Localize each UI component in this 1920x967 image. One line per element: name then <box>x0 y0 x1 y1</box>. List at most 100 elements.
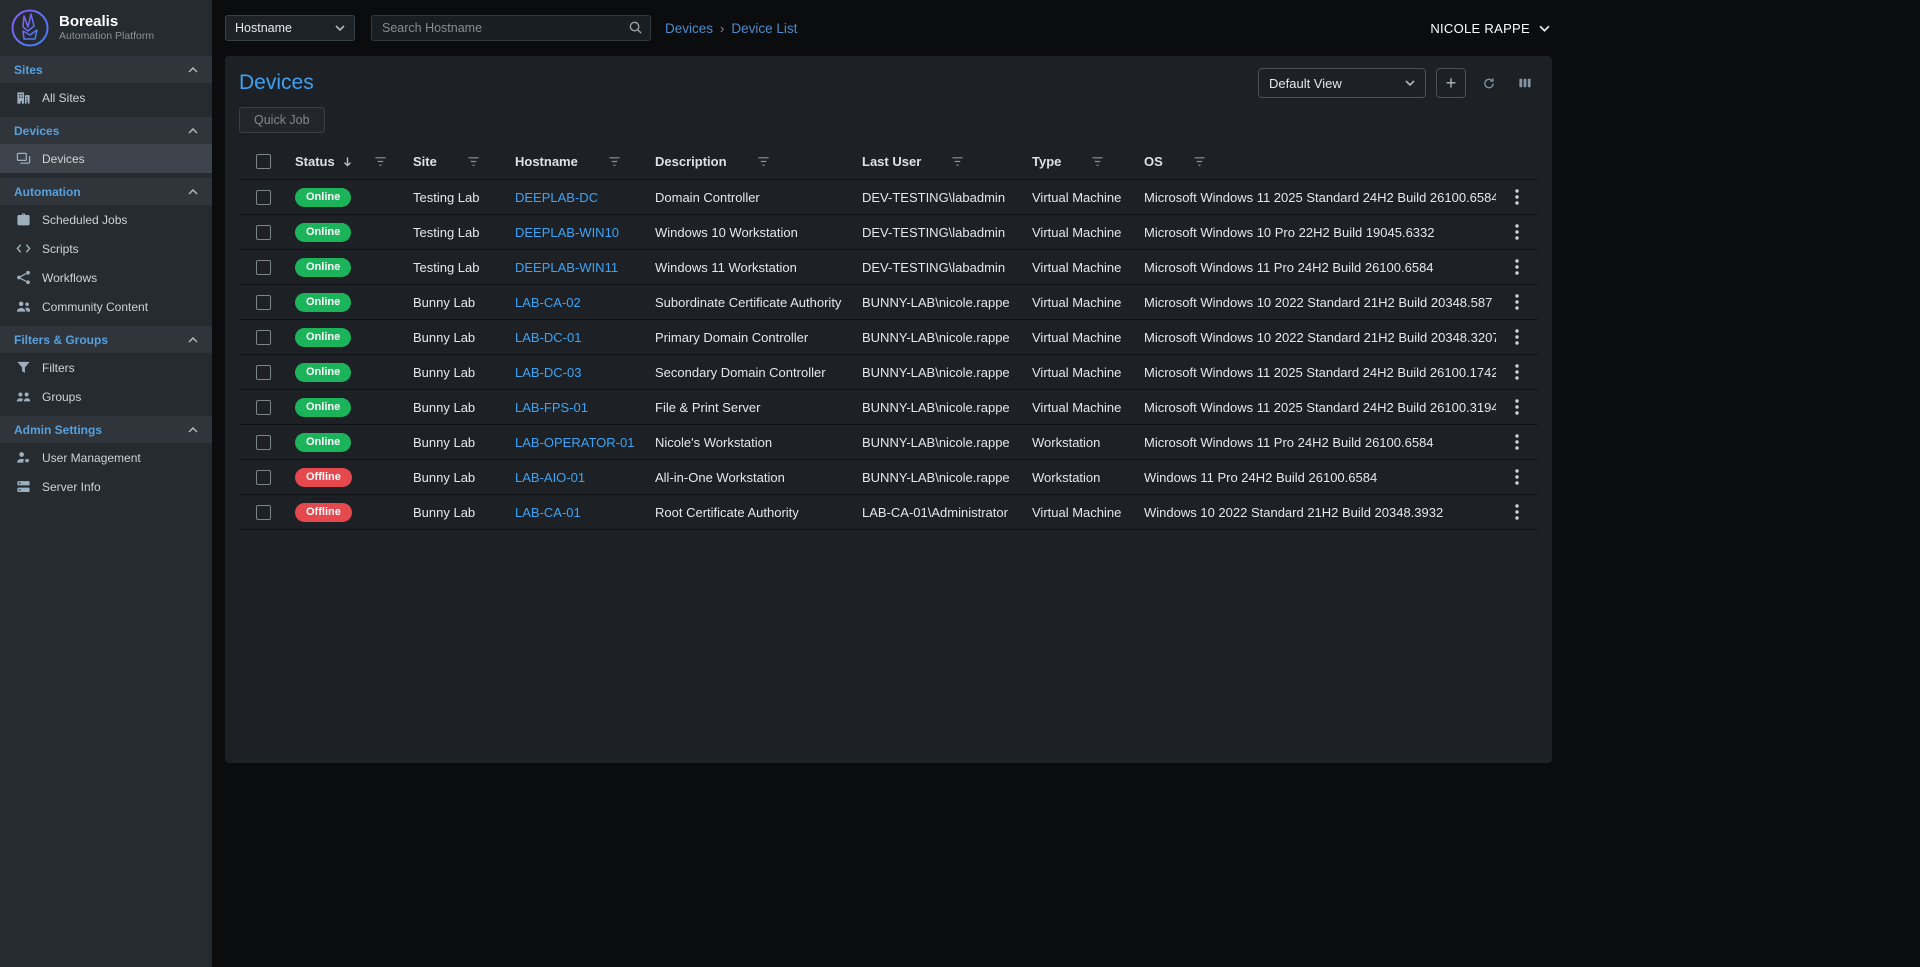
app-root: Borealis Automation Platform Sites All S… <box>0 0 1565 967</box>
search-input[interactable] <box>371 15 651 41</box>
sidebar-item-label: User Management <box>42 451 141 465</box>
filter-icon[interactable] <box>467 156 480 167</box>
column-header-type[interactable]: Type <box>1024 154 1136 169</box>
select-all-checkbox[interactable] <box>256 154 271 169</box>
os-cell: Windows 10 2022 Standard 21H2 Build 2034… <box>1136 505 1496 520</box>
row-checkbox[interactable] <box>256 190 271 205</box>
row-actions-menu-icon[interactable] <box>1509 362 1525 382</box>
description-cell: Subordinate Certificate Authority <box>647 295 854 310</box>
breadcrumb-devices-link[interactable]: Devices <box>665 21 713 36</box>
status-badge: Online <box>295 293 351 312</box>
sidebar-item-workflows[interactable]: Workflows <box>0 263 212 292</box>
hostname-link[interactable]: LAB-OPERATOR-01 <box>515 435 634 450</box>
site-cell: Bunny Lab <box>405 295 507 310</box>
breadcrumb-device-list-link[interactable]: Device List <box>731 21 797 36</box>
filter-icon[interactable] <box>608 156 621 167</box>
hostname-link[interactable]: LAB-DC-03 <box>515 365 581 380</box>
row-checkbox[interactable] <box>256 505 271 520</box>
sidebar-section-sites[interactable]: Sites <box>0 56 212 83</box>
last-user-cell: DEV-TESTING\labadmin <box>854 190 1024 205</box>
column-header-os[interactable]: OS <box>1136 154 1496 169</box>
sidebar-item-filters[interactable]: Filters <box>0 353 212 382</box>
row-checkbox[interactable] <box>256 295 271 310</box>
column-header-hostname[interactable]: Hostname <box>507 154 647 169</box>
app-title: Borealis <box>59 13 154 30</box>
user-name: NICOLE RAPPE <box>1430 21 1530 36</box>
type-cell: Virtual Machine <box>1024 260 1136 275</box>
row-actions-menu-icon[interactable] <box>1509 327 1525 347</box>
sidebar-section-label: Filters & Groups <box>14 333 108 347</box>
topbar: Hostname Devices › Device List NICOLE RA… <box>212 0 1565 56</box>
table-row: Online Testing Lab DEEPLAB-DC Domain Con… <box>239 180 1538 215</box>
hostname-link[interactable]: LAB-DC-01 <box>515 330 581 345</box>
row-checkbox[interactable] <box>256 260 271 275</box>
row-actions-menu-icon[interactable] <box>1509 397 1525 417</box>
server-icon <box>15 479 31 495</box>
row-checkbox[interactable] <box>256 435 271 450</box>
last-user-cell: DEV-TESTING\labadmin <box>854 225 1024 240</box>
row-actions-menu-icon[interactable] <box>1509 502 1525 522</box>
table-row: Online Bunny Lab LAB-FPS-01 File & Print… <box>239 390 1538 425</box>
hostname-link[interactable]: LAB-FPS-01 <box>515 400 588 415</box>
sidebar-item-user-management[interactable]: User Management <box>0 443 212 472</box>
row-checkbox[interactable] <box>256 365 271 380</box>
sidebar-item-scripts[interactable]: Scripts <box>0 234 212 263</box>
sidebar-item-community-content[interactable]: Community Content <box>0 292 212 321</box>
filter-icon[interactable] <box>374 156 387 167</box>
filter-icon[interactable] <box>757 156 770 167</box>
column-header-description[interactable]: Description <box>647 154 854 169</box>
row-actions-menu-icon[interactable] <box>1509 257 1525 277</box>
last-user-cell: BUNNY-LAB\nicole.rappe <box>854 435 1024 450</box>
filter-icon[interactable] <box>1193 156 1206 167</box>
add-view-button[interactable]: + <box>1436 68 1466 98</box>
sidebar-item-label: All Sites <box>42 91 85 105</box>
table-header-row: Status Site <box>239 143 1538 180</box>
type-cell: Workstation <box>1024 435 1136 450</box>
filter-icon[interactable] <box>1091 156 1104 167</box>
sidebar-section-automation[interactable]: Automation <box>0 178 212 205</box>
description-cell: File & Print Server <box>647 400 854 415</box>
site-cell: Testing Lab <box>405 190 507 205</box>
column-header-last-user[interactable]: Last User <box>854 154 1024 169</box>
user-gear-icon <box>15 450 31 466</box>
sort-desc-icon[interactable] <box>341 155 354 168</box>
hostname-link[interactable]: LAB-CA-02 <box>515 295 581 310</box>
sidebar-item-groups[interactable]: Groups <box>0 382 212 411</box>
search-field-select[interactable]: Hostname <box>225 15 355 41</box>
row-actions-menu-icon[interactable] <box>1509 187 1525 207</box>
last-user-cell: BUNNY-LAB\nicole.rappe <box>854 365 1024 380</box>
row-checkbox[interactable] <box>256 400 271 415</box>
columns-icon[interactable] <box>1512 70 1538 96</box>
status-badge: Offline <box>295 468 352 487</box>
row-checkbox[interactable] <box>256 225 271 240</box>
sidebar-item-scheduled-jobs[interactable]: Scheduled Jobs <box>0 205 212 234</box>
os-cell: Microsoft Windows 11 2025 Standard 24H2 … <box>1136 400 1496 415</box>
sidebar-section-filters-groups[interactable]: Filters & Groups <box>0 326 212 353</box>
refresh-icon[interactable] <box>1476 70 1502 96</box>
table-body: Online Testing Lab DEEPLAB-DC Domain Con… <box>239 180 1538 530</box>
row-actions-menu-icon[interactable] <box>1509 467 1525 487</box>
hostname-link[interactable]: LAB-AIO-01 <box>515 470 585 485</box>
row-actions-menu-icon[interactable] <box>1509 292 1525 312</box>
view-select[interactable]: Default View <box>1258 68 1426 98</box>
sidebar-section-admin-settings[interactable]: Admin Settings <box>0 416 212 443</box>
sidebar-item-all-sites[interactable]: All Sites <box>0 83 212 112</box>
hostname-link[interactable]: LAB-CA-01 <box>515 505 581 520</box>
sidebar-item-devices[interactable]: Devices <box>0 144 212 173</box>
filter-icon[interactable] <box>951 156 964 167</box>
hostname-link[interactable]: DEEPLAB-WIN11 <box>515 260 618 275</box>
user-menu[interactable]: NICOLE RAPPE <box>1430 21 1552 36</box>
row-checkbox[interactable] <box>256 330 271 345</box>
quick-job-button[interactable]: Quick Job <box>239 107 325 133</box>
hostname-link[interactable]: DEEPLAB-WIN10 <box>515 225 619 240</box>
column-header-status[interactable]: Status <box>287 154 405 169</box>
hostname-link[interactable]: DEEPLAB-DC <box>515 190 598 205</box>
row-checkbox[interactable] <box>256 470 271 485</box>
status-badge: Online <box>295 188 351 207</box>
column-header-site[interactable]: Site <box>405 154 507 169</box>
os-cell: Microsoft Windows 10 Pro 22H2 Build 1904… <box>1136 225 1496 240</box>
sidebar-item-server-info[interactable]: Server Info <box>0 472 212 501</box>
sidebar-section-devices[interactable]: Devices <box>0 117 212 144</box>
row-actions-menu-icon[interactable] <box>1509 222 1525 242</box>
row-actions-menu-icon[interactable] <box>1509 432 1525 452</box>
